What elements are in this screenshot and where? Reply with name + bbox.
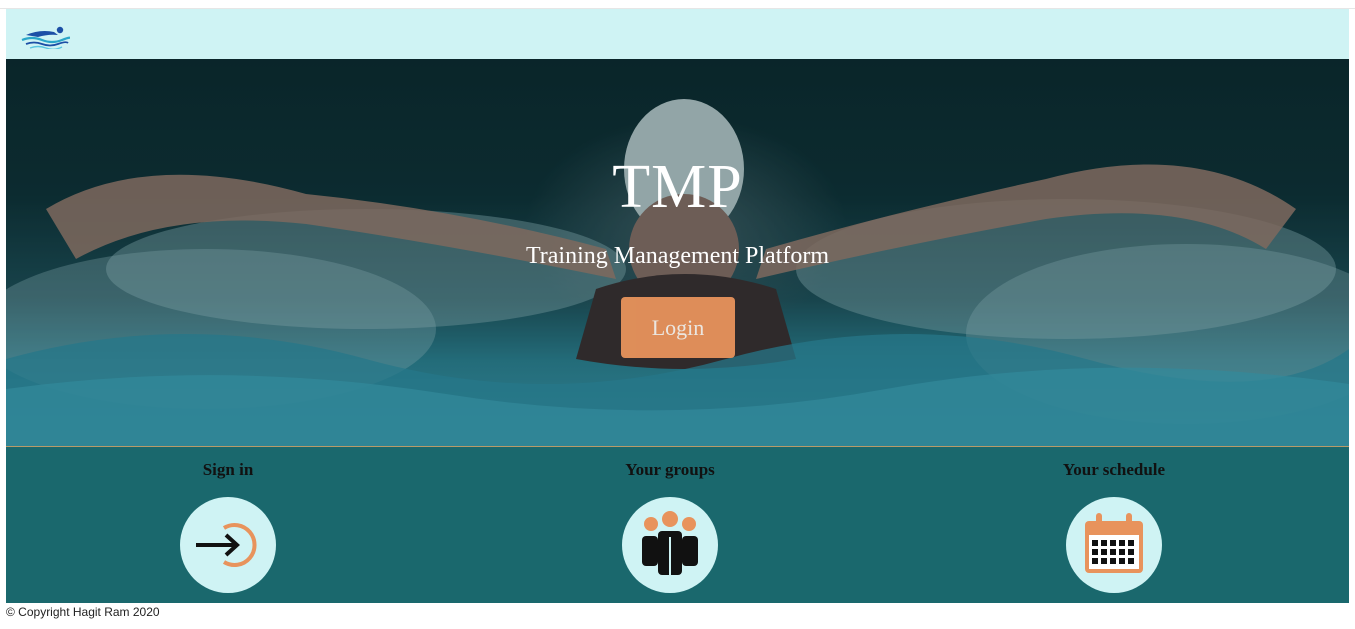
feature-title-your-schedule: Your schedule bbox=[1062, 460, 1166, 479]
feature-your-groups: Your groups bbox=[570, 447, 770, 603]
navbar bbox=[6, 9, 1349, 59]
footer-copyright: © Copyright Hagit Ram 2020 bbox=[6, 605, 160, 619]
login-button[interactable]: Login bbox=[621, 297, 735, 358]
calendar-icon[interactable] bbox=[1066, 497, 1162, 593]
top-border bbox=[0, 0, 1355, 9]
features-section: Sign in Your groups Your schedule bbox=[6, 447, 1349, 603]
feature-your-schedule: Your schedule bbox=[1014, 447, 1214, 603]
hero-subtitle: Training Management Platform bbox=[525, 243, 830, 269]
group-icon[interactable] bbox=[622, 497, 718, 593]
swimmer-logo-icon[interactable] bbox=[20, 23, 72, 50]
feature-title-sign-in: Sign in bbox=[202, 460, 254, 479]
hero-banner: TMP Training Management Platform Login bbox=[6, 59, 1349, 446]
feature-title-your-groups: Your groups bbox=[625, 460, 715, 479]
feature-sign-in: Sign in bbox=[128, 447, 328, 603]
hero-title: TMP bbox=[612, 153, 743, 221]
sign-in-icon[interactable] bbox=[180, 497, 276, 593]
